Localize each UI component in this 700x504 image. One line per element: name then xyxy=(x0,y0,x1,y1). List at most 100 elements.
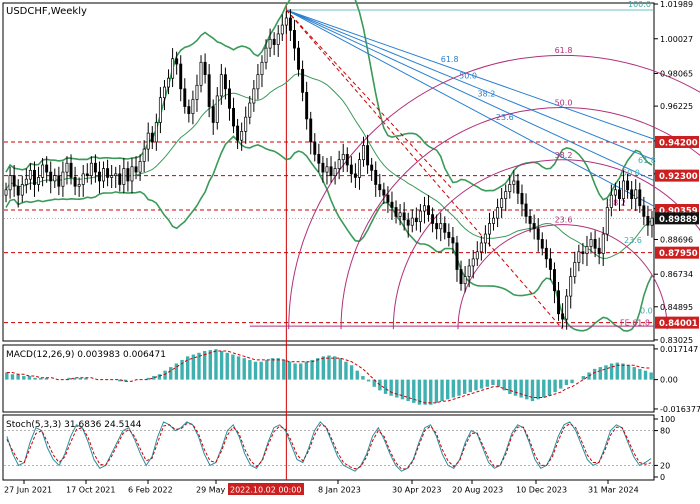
price-tick-label: 0.86734 xyxy=(660,270,693,279)
candle-body xyxy=(439,223,443,230)
candle-body xyxy=(85,173,89,176)
candle-body xyxy=(467,265,471,277)
candle-body xyxy=(455,242,459,270)
candle-body xyxy=(223,74,227,90)
candle-body xyxy=(268,38,272,49)
candle-body xyxy=(565,295,569,320)
candle-body xyxy=(443,223,447,233)
candle-body xyxy=(577,251,581,263)
candle-body xyxy=(459,269,463,285)
candle-body xyxy=(463,276,467,285)
candle-body xyxy=(232,107,235,127)
candle-body xyxy=(479,242,483,253)
candle-body xyxy=(496,207,500,219)
candle-body xyxy=(544,247,548,260)
candle-body xyxy=(142,148,146,162)
candle-body xyxy=(573,262,577,277)
price-label-text: 0.92300 xyxy=(659,172,698,182)
candle-body xyxy=(512,180,516,185)
candle-body xyxy=(252,88,256,104)
candle-body xyxy=(134,166,138,173)
candle-body xyxy=(516,180,520,194)
candle-body xyxy=(349,164,353,175)
candle-body xyxy=(390,201,394,208)
candle-body xyxy=(309,118,313,143)
fibo-fan-line xyxy=(286,9,655,182)
fibo-fan-line xyxy=(286,9,655,161)
candle-body xyxy=(483,233,487,244)
candle-body xyxy=(260,61,264,76)
candle-body xyxy=(167,77,170,88)
candle-body xyxy=(49,171,53,182)
candle-body xyxy=(163,86,166,99)
price-tick-label: 0.98065 xyxy=(660,70,693,79)
candle-body xyxy=(508,184,512,192)
candle-body xyxy=(492,217,495,224)
macd-tick-label: -0.016377 xyxy=(660,405,700,414)
candle-body xyxy=(601,233,605,254)
candle-body xyxy=(203,61,207,76)
candle-body xyxy=(248,102,252,118)
candle-body xyxy=(386,194,390,203)
chart-window: 61.8 50.0 38.2 23.6 100.0 61.8 50.0 38.2 23.6 0.0… xyxy=(0,0,700,500)
fibo-channel-label: 50.0 xyxy=(622,169,640,178)
chart-canvas: 61.850.038.223.6100.061.850.038.223.60.0… xyxy=(2,0,700,495)
candle-body xyxy=(41,164,45,178)
time-axis-label: 31 Mar 2024 xyxy=(588,486,639,495)
fibo-arc-label: 61.8 xyxy=(555,46,573,55)
candle-body xyxy=(158,97,162,123)
candle-body xyxy=(293,30,296,49)
time-axis-label: 8 Jan 2023 xyxy=(318,486,361,495)
symbol-title: USDCHF,Weekly xyxy=(6,6,87,17)
candle-body xyxy=(581,251,585,254)
candle-body xyxy=(418,210,422,223)
price-tick-label: 0.88696 xyxy=(660,235,693,244)
candle-body xyxy=(540,239,544,249)
candle-body xyxy=(20,184,24,196)
candle-body xyxy=(353,173,357,178)
candle-body xyxy=(406,219,410,226)
candle-body xyxy=(154,122,158,143)
candle-body xyxy=(236,125,240,141)
candle-body xyxy=(520,192,524,205)
candle-body xyxy=(374,169,378,185)
candle-body xyxy=(488,223,491,235)
candle-body xyxy=(110,175,114,178)
candle-body xyxy=(370,164,374,171)
time-axis-label: 10 Dec 2023 xyxy=(516,486,567,495)
candle-body xyxy=(609,194,613,208)
candle-body xyxy=(183,88,187,107)
fibo-arc-label: 50.0 xyxy=(555,99,573,108)
candle-body xyxy=(325,166,329,173)
candle-body xyxy=(301,69,305,93)
price-label-text: 0.94200 xyxy=(659,138,698,148)
candle-body xyxy=(333,168,337,176)
candle-body xyxy=(569,276,573,297)
candle-body xyxy=(37,177,40,185)
candle-body xyxy=(305,92,309,120)
candle-body xyxy=(89,162,93,176)
candle-body xyxy=(321,162,325,173)
candle-body xyxy=(93,162,97,173)
time-axis-label: 20 Aug 2023 xyxy=(452,486,503,495)
fibo-fan-label: 38.2 xyxy=(478,90,496,99)
candle-body xyxy=(398,212,402,217)
time-axis-label: 29 May xyxy=(196,486,226,495)
candle-body xyxy=(297,47,300,70)
candle-body xyxy=(106,168,110,178)
fibo-fan-label: 50.0 xyxy=(459,71,477,80)
price-tick-label: 1.00027 xyxy=(660,35,693,44)
candle-body xyxy=(337,159,341,169)
stoch-tick-label: 20 xyxy=(660,461,670,470)
time-axis-label: 6 Feb 2022 xyxy=(128,486,173,495)
candle-body xyxy=(605,207,609,235)
time-axis-label: 30 Apr 2023 xyxy=(392,486,441,495)
candle-body xyxy=(618,189,621,200)
candle-body xyxy=(585,246,589,254)
fibo-channel-label: 23.6 xyxy=(624,236,642,245)
candle-body xyxy=(73,177,77,187)
candle-body xyxy=(150,132,154,143)
candle-body xyxy=(341,154,345,161)
candle-body xyxy=(504,191,508,200)
candle-body xyxy=(215,95,219,123)
